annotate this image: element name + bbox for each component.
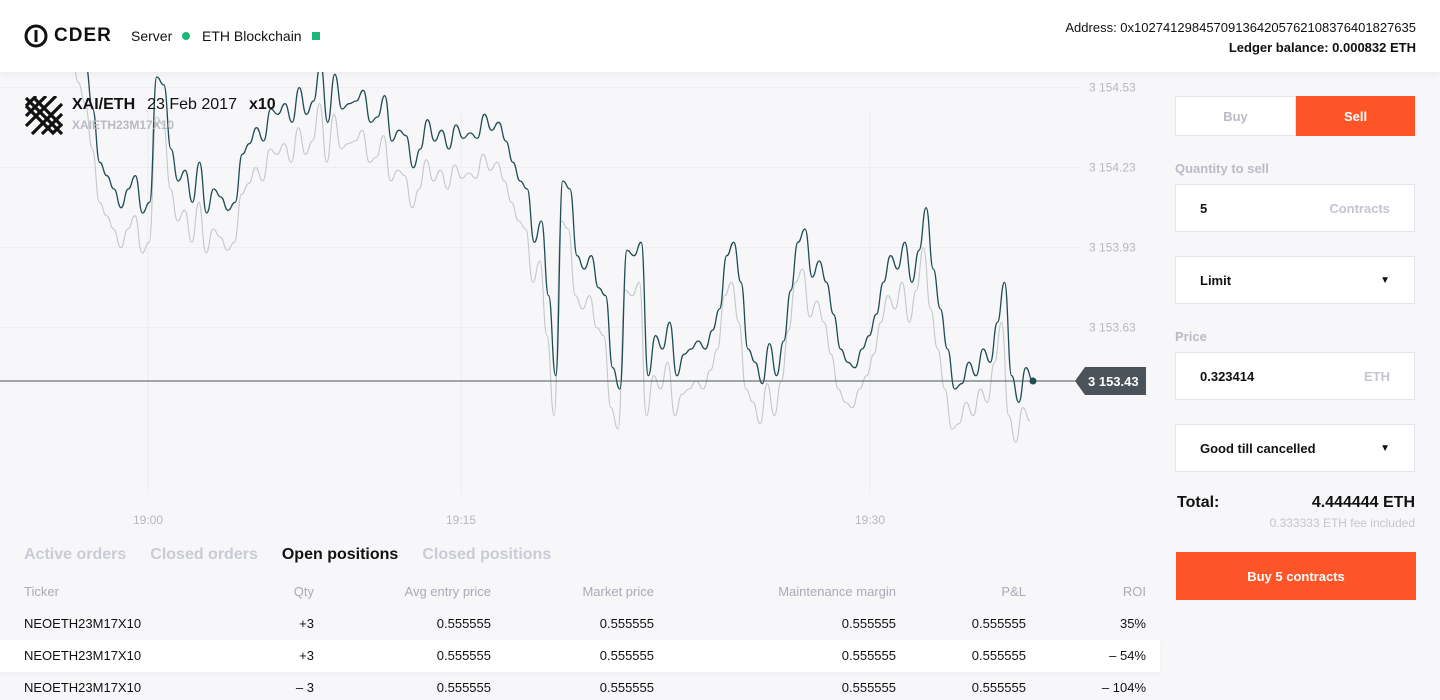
side-toggle: Buy Sell xyxy=(1175,96,1415,136)
time-in-force-value: Good till cancelled xyxy=(1200,440,1316,456)
price-input[interactable]: 0.323414 ETH xyxy=(1175,352,1415,400)
row-market-price: 0.555555 xyxy=(599,680,654,695)
row-maintenance-margin: 0.555555 xyxy=(841,648,896,663)
row-ticker: NEOETH23M17X10 xyxy=(24,616,142,631)
total-label: Total: xyxy=(1177,494,1220,511)
x-tick-label: 19:15 xyxy=(446,513,476,527)
row-pnl: 0.555555 xyxy=(971,680,1026,695)
pair-header: XAI/ETH 23 Feb 2017 x10 XAIETH23M17X10 xyxy=(24,96,276,136)
column-header-qty[interactable]: Qty xyxy=(294,584,314,599)
server-status-dot-icon xyxy=(182,32,191,40)
pair-name: XAI/ETH xyxy=(72,96,136,113)
table-header-row: Ticker Qty Avg entry price Market price … xyxy=(0,576,1160,608)
price-label: Price xyxy=(1175,329,1207,344)
y-tick-label: 3 153.93 xyxy=(1089,241,1136,255)
chart-canvas: 3 154.833 154.533 154.233 153.933 153.63… xyxy=(0,72,1146,527)
account-info: Address: 0x10274129845709136420576210837… xyxy=(1065,18,1416,58)
current-price-dot xyxy=(1029,377,1037,385)
quantity-input[interactable]: 5 Contracts xyxy=(1175,184,1415,232)
top-header: CDER Server ETH Blockchain Address: 0x10… xyxy=(0,0,1440,72)
column-header-maintenance-margin[interactable]: Maintenance margin xyxy=(778,584,896,599)
quantity-value: 5 xyxy=(1200,200,1208,216)
blockchain-status-square-icon xyxy=(311,32,320,40)
logo-text: CDER xyxy=(54,25,112,46)
blockchain-status: ETH Blockchain xyxy=(202,28,320,44)
order-type-select[interactable]: Limit ▼ xyxy=(1175,256,1415,304)
column-header-ticker[interactable]: Ticker xyxy=(24,584,59,599)
row-qty: +3 xyxy=(299,648,314,663)
order-type-value: Limit xyxy=(1200,272,1232,288)
pair-token-icon xyxy=(24,96,64,136)
row-avg-entry: 0.555555 xyxy=(436,648,491,663)
price-chart[interactable]: 3 154.833 154.533 154.233 153.933 153.63… xyxy=(0,72,1150,537)
row-pnl: 0.555555 xyxy=(971,648,1026,663)
pair-leverage: x10 xyxy=(248,96,276,113)
x-tick-label: 19:00 xyxy=(133,513,163,527)
column-header-avg-entry[interactable]: Avg entry price xyxy=(405,584,491,599)
y-tick-label: 3 154.23 xyxy=(1089,161,1136,175)
row-ticker: NEOETH23M17X10 xyxy=(24,648,142,663)
order-total: Total: 4.444444 ETH xyxy=(1177,494,1415,512)
x-tick-label: 19:30 xyxy=(855,513,885,527)
pair-line: XAI/ETH 23 Feb 2017 x10 xyxy=(72,96,276,114)
time-in-force-select[interactable]: Good till cancelled ▼ xyxy=(1175,424,1415,472)
table-row[interactable]: NEOETH23M17X10 +3 0.555555 0.555555 0.55… xyxy=(0,608,1160,640)
row-ticker: NEOETH23M17X10 xyxy=(24,680,142,695)
row-roi: – 54% xyxy=(1109,648,1146,663)
tab-open-positions[interactable]: Open positions xyxy=(282,546,398,564)
table-row[interactable]: NEOETH23M17X10 +3 0.555555 0.555555 0.55… xyxy=(0,640,1160,672)
current-price-label: 3 153.43 xyxy=(1088,374,1139,389)
tab-closed-orders[interactable]: Closed orders xyxy=(150,546,258,564)
y-tick-label: 3 154.53 xyxy=(1089,81,1136,95)
quantity-label: Quantity to sell xyxy=(1175,161,1269,176)
chevron-down-icon: ▼ xyxy=(1380,274,1390,286)
row-roi: 35% xyxy=(1119,616,1146,631)
row-market-price: 0.555555 xyxy=(599,648,654,663)
logo[interactable]: CDER xyxy=(24,24,112,48)
fee-note: 0.333333 ETH fee included xyxy=(1269,516,1415,530)
table-row[interactable]: NEOETH23M17X10 – 3 0.555555 0.555555 0.5… xyxy=(0,672,1160,700)
row-maintenance-margin: 0.555555 xyxy=(841,680,896,695)
quantity-unit: Contracts xyxy=(1329,200,1390,216)
row-pnl: 0.555555 xyxy=(971,616,1026,631)
tab-closed-positions[interactable]: Closed positions xyxy=(422,546,551,564)
row-market-price: 0.555555 xyxy=(599,616,654,631)
buy-tab-button[interactable]: Buy xyxy=(1175,96,1296,136)
column-header-market-price[interactable]: Market price xyxy=(582,584,654,599)
positions-tabs: Active orders Closed orders Open positio… xyxy=(24,546,551,564)
row-qty: – 3 xyxy=(295,680,314,695)
pair-date: 23 Feb 2017 xyxy=(147,96,237,113)
chevron-down-icon: ▼ xyxy=(1380,442,1390,454)
price-value: 0.323414 xyxy=(1200,368,1255,384)
column-header-roi[interactable]: ROI xyxy=(1123,584,1146,599)
column-header-pnl[interactable]: P&L xyxy=(1001,584,1026,599)
price-unit: ETH xyxy=(1364,368,1390,384)
positions-table: Ticker Qty Avg entry price Market price … xyxy=(0,576,1160,700)
server-status: Server xyxy=(131,28,191,44)
server-label: Server xyxy=(131,28,173,44)
ledger-balance: Ledger balance: 0.000832 ETH xyxy=(1228,40,1416,55)
blockchain-label: ETH Blockchain xyxy=(202,28,302,44)
wallet-address: Address: 0x10274129845709136420576210837… xyxy=(1065,20,1416,35)
row-roi: – 104% xyxy=(1101,680,1146,695)
pair-ticker: XAIETH23M17X10 xyxy=(72,118,175,132)
row-avg-entry: 0.555555 xyxy=(436,680,491,695)
y-tick-label: 3 153.63 xyxy=(1089,321,1136,335)
submit-order-button[interactable]: Buy 5 contracts xyxy=(1176,552,1416,600)
pair-info: XAI/ETH 23 Feb 2017 x10 XAIETH23M17X10 xyxy=(72,96,276,132)
row-maintenance-margin: 0.555555 xyxy=(841,616,896,631)
row-avg-entry: 0.555555 xyxy=(436,616,491,631)
row-qty: +3 xyxy=(299,616,314,631)
cder-logo-icon xyxy=(24,24,48,48)
tab-active-orders[interactable]: Active orders xyxy=(24,546,126,564)
order-panel: Buy Sell Quantity to sell 5 Contracts Li… xyxy=(1175,96,1415,472)
sell-tab-button[interactable]: Sell xyxy=(1296,96,1415,136)
total-value: 4.444444 ETH xyxy=(1311,494,1415,511)
